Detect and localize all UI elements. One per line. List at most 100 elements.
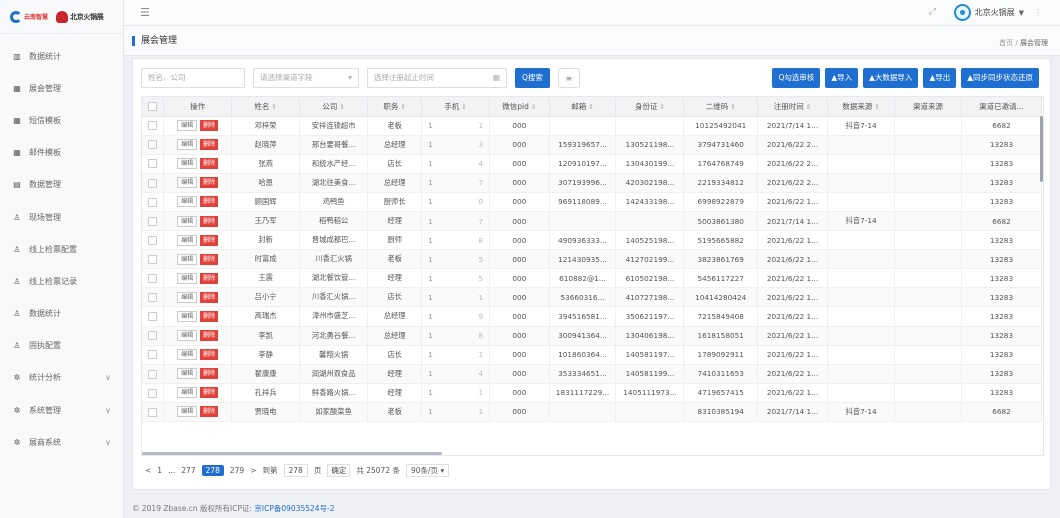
column-header[interactable]: 微信pid ⇕ [489, 97, 550, 117]
delete-button[interactable]: 删除 [200, 310, 219, 322]
column-header[interactable]: 注册时间 ⇕ [757, 97, 829, 117]
page-ellipsis[interactable]: ... [168, 466, 175, 475]
date-range-picker[interactable]: 选择注册起止时间 ▦ [367, 68, 507, 88]
sort-icon[interactable]: ⇕ [730, 103, 735, 111]
edit-button[interactable]: 编辑 [177, 139, 198, 151]
delete-button[interactable]: 删除 [200, 196, 219, 208]
edit-button[interactable]: 编辑 [177, 120, 198, 132]
select-all-checkbox[interactable] [148, 102, 158, 111]
sort-icon[interactable]: ⇕ [271, 103, 276, 111]
sidebar-item[interactable]: ♙ 线上检票记录 [0, 265, 123, 297]
column-header[interactable]: 二维码 ⇕ [683, 97, 758, 117]
page-277[interactable]: 277 [181, 466, 195, 475]
column-header[interactable]: 公司 ⇕ [299, 97, 369, 117]
row-checkbox[interactable] [148, 216, 158, 226]
column-header[interactable]: 数据来源 ⇕ [827, 97, 896, 117]
row-checkbox[interactable] [148, 369, 158, 379]
table-row[interactable]: 编辑 删除 李静 馨翔火锅 店长 1 1 000 101860364... 140581197..… [142, 345, 1043, 365]
delete-button[interactable]: 删除 [200, 158, 219, 170]
filter-toggle-button[interactable]: ≡ [557, 68, 580, 88]
row-checkbox[interactable] [148, 159, 158, 169]
menu-toggle-icon[interactable]: ☰ [140, 6, 150, 19]
sidebar-item[interactable]: ♙ 线上检票配置 [0, 233, 123, 265]
table-row[interactable]: 编辑 删除 封新 晋城成都巴... 厨师 1 8 000 490936333... 1405251… [142, 230, 1043, 251]
row-checkbox[interactable] [148, 274, 158, 284]
table-row[interactable]: 编辑 删除 王震 湖北餐饮管... 经理 1 5 000 610882@1... 61050219… [142, 268, 1043, 289]
table-row[interactable]: 编辑 删除 邓梓荣 安祥连锁超市 老板 1 1 000 10125492041 2021/7/14… [142, 116, 1043, 136]
sort-icon[interactable]: ⇕ [461, 103, 466, 111]
user-menu[interactable]: 北京火锅展 ▼ ⋮ [953, 4, 1042, 21]
row-checkbox[interactable] [148, 293, 158, 303]
edit-button[interactable]: 编辑 [177, 234, 198, 246]
sidebar-item[interactable]: ✲ 展商系统 ∨ [0, 426, 123, 458]
edit-button[interactable]: 编辑 [177, 177, 198, 189]
select-all-header[interactable] [142, 97, 165, 117]
column-header[interactable]: 渠道已邀请... [961, 97, 1043, 117]
page-size-select[interactable]: 90条/页 ▾ [405, 464, 450, 477]
sort-icon[interactable]: ⇕ [531, 103, 536, 111]
bulk-import-button[interactable]: ▲大数据导入 [863, 68, 919, 88]
sort-icon[interactable]: ⇕ [660, 103, 665, 111]
column-header[interactable]: 身份证 ⇕ [615, 97, 685, 117]
icp-link[interactable]: 京ICP备09035524号-2 [254, 504, 334, 513]
sidebar-item[interactable]: ✲ 系统管理 ∨ [0, 394, 123, 426]
delete-button[interactable]: 删除 [200, 272, 219, 284]
delete-button[interactable]: 删除 [200, 253, 219, 265]
goto-confirm-button[interactable]: 确定 [327, 464, 351, 477]
import-button[interactable]: ▲导入 [825, 68, 859, 88]
page-first[interactable]: 1 [157, 466, 162, 475]
sidebar-item[interactable]: ▦ 展会管理 [0, 72, 123, 104]
sort-icon[interactable]: ⇕ [874, 103, 879, 111]
table-row[interactable]: 编辑 删除 贾晓电 如家酸菜鱼 老板 1 1 000 8310385194 2021/7/14 1… [142, 402, 1043, 423]
edit-button[interactable]: 编辑 [177, 215, 198, 227]
sidebar-item[interactable]: ▤ 数据管理 [0, 169, 123, 201]
delete-button[interactable]: 删除 [200, 139, 219, 151]
delete-button[interactable]: 删除 [200, 215, 219, 227]
sync-status-button[interactable]: ▲同步同步状态还原 [961, 68, 1039, 88]
column-header[interactable]: 渠道来源 [894, 97, 962, 117]
row-checkbox[interactable] [148, 140, 158, 150]
fullscreen-icon[interactable]: ⤢ [929, 7, 936, 17]
sidebar-item[interactable]: ▦ 短信模板 [0, 104, 123, 136]
prev-page-button[interactable]: < [145, 466, 151, 475]
column-header[interactable]: 姓名 ⇕ [231, 97, 301, 117]
delete-button[interactable]: 删除 [200, 291, 219, 303]
sidebar-item[interactable]: ♙ 数据统计 [0, 298, 123, 330]
sidebar-item[interactable]: ♙ 现场管理 [0, 201, 123, 233]
edit-button[interactable]: 编辑 [177, 387, 198, 399]
logo[interactable]: 云南智慧 北京火锅展 [0, 0, 123, 34]
breadcrumb-home[interactable]: 首页 [999, 39, 1013, 47]
edit-button[interactable]: 编辑 [177, 349, 198, 361]
export-button[interactable]: ▲导出 [923, 68, 957, 88]
table-row[interactable]: 编辑 删除 翟康康 润湖州双食品 经理 1 4 000 353334651... 14058119… [142, 364, 1043, 384]
table-row[interactable]: 编辑 删除 李凯 河北勇谷餐... 总经理 1 8 000 300941364... 130406… [142, 326, 1043, 346]
horizontal-scrollbar[interactable] [142, 452, 442, 455]
row-checkbox[interactable] [148, 350, 158, 360]
delete-button[interactable]: 删除 [200, 368, 219, 380]
column-header[interactable]: 手机 ⇕ [421, 97, 491, 117]
table-row[interactable]: 编辑 删除 王乃军 稻鸭稻公 经理 1 7 000 5003861380 2021/7/14 1.… [142, 211, 1043, 232]
check-audit-button[interactable]: Q勾选审核 [772, 68, 821, 88]
edit-button[interactable]: 编辑 [177, 291, 198, 303]
next-page-button[interactable]: > [250, 466, 256, 475]
edit-button[interactable]: 编辑 [177, 272, 198, 284]
sidebar-item[interactable]: ▥ 数据统计 [0, 40, 123, 72]
edit-button[interactable]: 编辑 [177, 368, 198, 380]
row-checkbox[interactable] [148, 388, 158, 398]
delete-button[interactable]: 删除 [200, 387, 219, 399]
delete-button[interactable]: 删除 [200, 406, 219, 418]
table-row[interactable]: 编辑 删除 孔祥兵 鲜香路火锅... 经理 1 1 000 1831117229... 14051… [142, 383, 1043, 403]
goto-page-input[interactable]: 278 [283, 464, 308, 477]
sort-icon[interactable]: ⇕ [400, 103, 405, 111]
sidebar-item[interactable]: ♙ 固执配置 [0, 330, 123, 362]
edit-button[interactable]: 编辑 [177, 310, 198, 322]
table-row[interactable]: 编辑 删除 赵晓萍 邢台要哥餐... 总经理 1 3 000 159319657... 13052… [142, 135, 1043, 155]
column-header[interactable]: 邮箱 ⇕ [549, 97, 617, 117]
delete-button[interactable]: 删除 [200, 349, 219, 361]
delete-button[interactable]: 删除 [200, 330, 219, 342]
table-row[interactable]: 编辑 删除 高瑞杰 漳州市盛芝... 总经理 1 9 000 394516581... 35062… [142, 306, 1043, 327]
table-row[interactable]: 编辑 删除 哈恩 湖北往美食... 总经理 1 7 000 307193996... 420302… [142, 173, 1043, 193]
edit-button[interactable]: 编辑 [177, 253, 198, 265]
sidebar-item[interactable]: ✲ 统计分析 ∨ [0, 362, 123, 394]
search-button[interactable]: Q搜索 [515, 68, 550, 88]
